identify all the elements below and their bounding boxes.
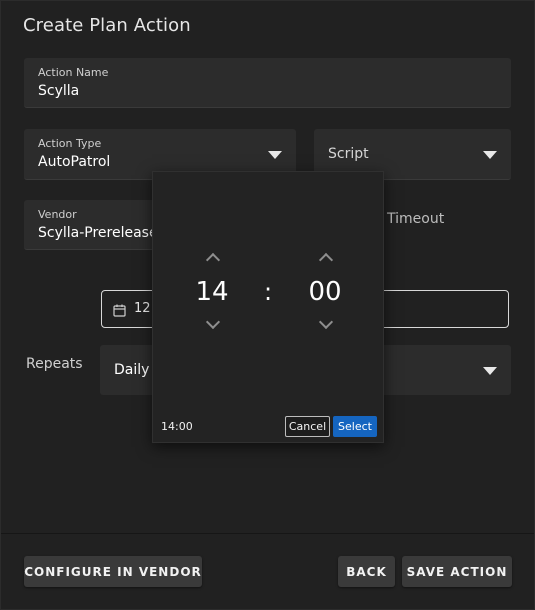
vendor-label: Vendor — [38, 208, 77, 221]
repeats-label: Repeats — [26, 356, 83, 372]
hour-increment-chevron-up-icon[interactable] — [205, 252, 221, 268]
picker-select-button[interactable]: Select — [333, 416, 377, 437]
create-plan-action-dialog: Create Plan Action Action Name Scylla Ac… — [0, 0, 535, 610]
caret-down-icon — [483, 367, 497, 375]
hour-decrement-chevron-down-icon[interactable] — [205, 314, 221, 330]
picker-current-value: 14:00 — [161, 420, 193, 433]
caret-down-icon — [268, 151, 282, 159]
caret-down-icon — [483, 151, 497, 159]
action-type-value: AutoPatrol — [38, 154, 111, 170]
back-button[interactable]: BACK — [338, 556, 395, 587]
dialog-title: Create Plan Action — [23, 15, 191, 36]
script-placeholder: Script — [328, 146, 369, 162]
time-picker-popup: 14 : 00 14:00 Cancel Select — [152, 171, 384, 443]
save-action-button[interactable]: SAVE ACTION — [402, 556, 512, 587]
repeats-value: Daily — [114, 362, 150, 378]
minutes-value[interactable]: 00 — [295, 277, 355, 307]
action-type-label: Action Type — [38, 137, 102, 150]
time-separator: : — [264, 278, 273, 306]
footer-divider — [1, 533, 534, 534]
action-name-field[interactable]: Action Name Scylla — [24, 58, 511, 108]
timeout-label: Timeout — [387, 211, 445, 227]
hours-value[interactable]: 14 — [182, 277, 242, 307]
calendar-icon[interactable] — [113, 302, 126, 321]
minute-decrement-chevron-down-icon[interactable] — [318, 314, 334, 330]
picker-cancel-button[interactable]: Cancel — [285, 416, 330, 437]
configure-in-vendor-button[interactable]: CONFIGURE IN VENDOR — [24, 556, 202, 587]
minute-increment-chevron-up-icon[interactable] — [318, 252, 334, 268]
action-name-label: Action Name — [38, 66, 109, 79]
action-name-value: Scylla — [38, 83, 80, 99]
vendor-value: Scylla-Prerelease — [38, 225, 158, 241]
